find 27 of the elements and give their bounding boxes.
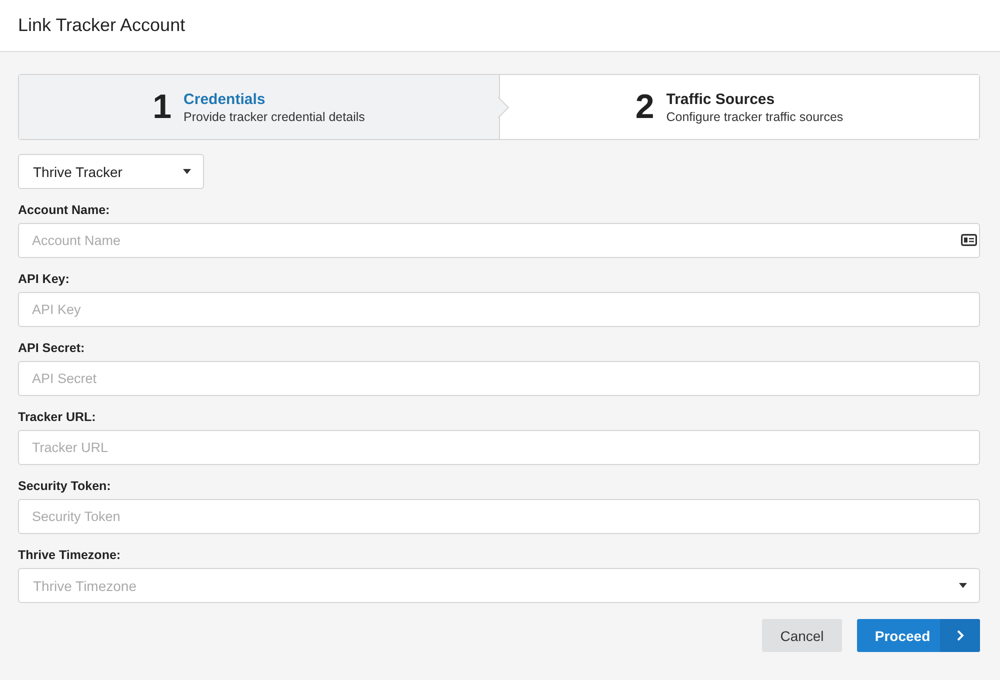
id-card-icon (961, 234, 977, 246)
step-number: 1 (152, 88, 172, 126)
step-description: Provide tracker credential details (184, 110, 365, 124)
step-description: Configure tracker traffic sources (666, 110, 844, 124)
input-field[interactable]: API Key (18, 292, 980, 327)
step-title: Credentials (184, 90, 266, 108)
field-label: API Key: (18, 271, 70, 287)
field-label: Tracker URL: (18, 409, 97, 425)
chevron-right-icon (956, 630, 964, 641)
proceed-button[interactable]: Proceed (857, 619, 980, 652)
input-field[interactable]: Account Name (18, 223, 980, 258)
field-label: Thrive Timezone: (18, 547, 122, 563)
step-number: 2 (635, 88, 654, 126)
dialog-title: Link Tracker Account (18, 15, 186, 36)
caret-icon (959, 583, 967, 588)
wizard-step[interactable]: 2 Traffic Sources Configure tracker traffic sources (500, 75, 979, 139)
input-field[interactable]: Security Token (18, 499, 980, 534)
tracker-dropdown[interactable]: Thrive Tracker (18, 154, 204, 189)
field-label: API Secret: (18, 340, 86, 356)
field-label: Account Name: (18, 202, 111, 218)
input-field[interactable]: API Secret (18, 361, 980, 396)
caret-icon (183, 169, 191, 174)
field-label: Security Token: (18, 478, 112, 494)
input-field[interactable]: Tracker URL (18, 430, 980, 465)
step-title: Traffic Sources (666, 90, 776, 108)
cancel-button[interactable]: Cancel (762, 619, 842, 652)
wizard-step[interactable]: 1 Credentials Provide tracker credential details (19, 75, 500, 139)
